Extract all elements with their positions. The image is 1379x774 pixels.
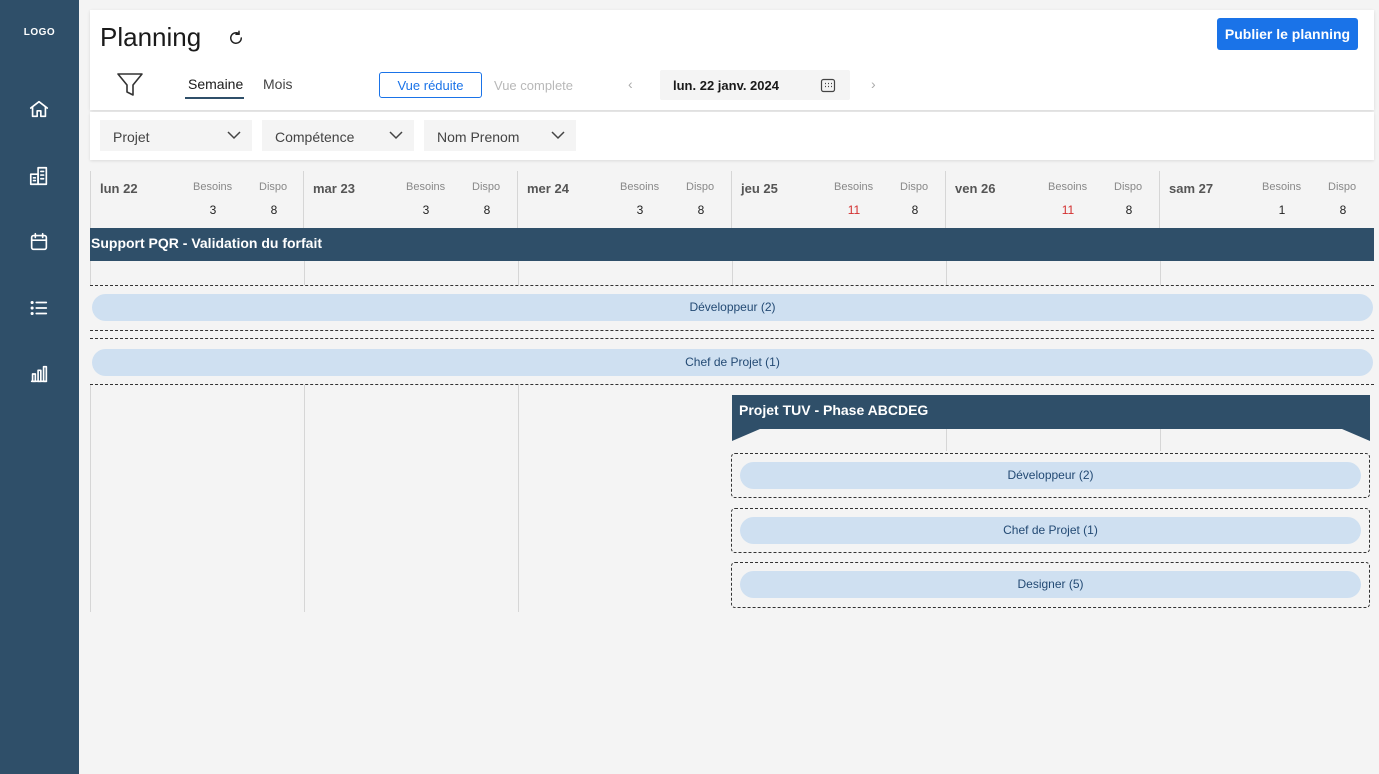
- day-header-thu: jeu 25 Besoins Dispo 11 8: [732, 171, 946, 228]
- day-name: ven 26: [955, 181, 996, 196]
- group-divider: [90, 384, 1374, 385]
- needs-value: 3: [636, 203, 644, 217]
- needs-header: Besoins: [1262, 181, 1302, 193]
- project-bar-corner: [1342, 429, 1370, 441]
- complete-view-button[interactable]: Vue complete: [494, 78, 573, 93]
- needs-header: Besoins: [620, 181, 660, 193]
- avail-value: 8: [1339, 203, 1347, 217]
- role-bar-designer[interactable]: Designer (5): [740, 571, 1361, 598]
- avail-header: Dispo: [1328, 181, 1357, 193]
- needs-header: Besoins: [834, 181, 874, 193]
- day-name: mer 24: [527, 181, 569, 196]
- avail-header: Dispo: [900, 181, 929, 193]
- needs-header: Besoins: [1048, 181, 1088, 193]
- group-divider: [90, 285, 1374, 286]
- current-date: lun. 22 janv. 2024: [673, 78, 779, 93]
- needs-header: Besoins: [406, 181, 446, 193]
- reduced-view-button[interactable]: Vue réduite: [379, 72, 482, 98]
- day-name: jeu 25: [741, 181, 778, 196]
- filters-bar: Projet Compétence Nom Prenom: [90, 112, 1374, 160]
- needs-value: 11: [1061, 203, 1075, 217]
- project-title: Projet TUV - Phase ABCDEG: [739, 402, 929, 418]
- avail-header: Dispo: [472, 181, 501, 193]
- refresh-icon[interactable]: [227, 29, 245, 47]
- needs-value: 11: [847, 203, 861, 217]
- needs-value: 1: [1278, 203, 1286, 217]
- date-picker[interactable]: lun. 22 janv. 2024: [660, 70, 850, 100]
- grid-line: [1160, 429, 1161, 451]
- needs-value: 3: [422, 203, 430, 217]
- building-icon[interactable]: [27, 164, 51, 188]
- project-title: Support PQR - Validation du forfait: [91, 235, 322, 251]
- day-name: mar 23: [313, 181, 355, 196]
- grid-line: [1160, 261, 1161, 285]
- project-dropdown-label: Projet: [113, 129, 150, 145]
- grid-line: [946, 261, 947, 285]
- role-bar-project-manager[interactable]: Chef de Projet (1): [740, 517, 1361, 544]
- avail-value: 8: [483, 203, 491, 217]
- day-name: sam 27: [1169, 181, 1214, 196]
- avail-header: Dispo: [259, 181, 288, 193]
- tab-month[interactable]: Mois: [263, 76, 293, 92]
- day-header-mon: lun 22 Besoins Dispo 3 8: [90, 171, 304, 228]
- logo: LOGO: [23, 27, 56, 38]
- needs-header: Besoins: [193, 181, 233, 193]
- role-bar-developer[interactable]: Développeur (2): [92, 294, 1373, 321]
- day-header-tue: mar 23 Besoins Dispo 3 8: [304, 171, 518, 228]
- day-header-fri: ven 26 Besoins Dispo 11 8: [946, 171, 1160, 228]
- grid-line: [518, 385, 519, 612]
- calendar-icon[interactable]: [27, 230, 51, 254]
- chevron-down-icon: [227, 131, 241, 140]
- project-bar-corner: [732, 429, 760, 441]
- tab-week[interactable]: Semaine: [188, 76, 243, 92]
- bar-chart-icon[interactable]: [27, 362, 51, 386]
- grid-line: [90, 385, 91, 612]
- grid-line: [304, 261, 305, 285]
- chevron-down-icon: [551, 131, 565, 140]
- grid-line: [304, 385, 305, 612]
- project-bar-tuv[interactable]: Projet TUV - Phase ABCDEG: [732, 395, 1370, 429]
- chevron-left-icon[interactable]: ‹: [628, 76, 633, 92]
- project-bar-support-pqr[interactable]: Support PQR - Validation du forfait: [90, 228, 1374, 261]
- skill-dropdown-label: Compétence: [275, 129, 355, 145]
- grid-line: [946, 429, 947, 451]
- grid-line: [518, 261, 519, 285]
- day-name: lun 22: [100, 181, 138, 196]
- grid-line: [90, 261, 91, 285]
- week-calendar: lun 22 Besoins Dispo 3 8 mar 23 Besoins …: [90, 171, 1374, 767]
- publish-planning-button[interactable]: Publier le planning: [1217, 18, 1358, 50]
- name-dropdown-label: Nom Prenom: [437, 129, 520, 145]
- page-title: Planning: [100, 22, 202, 52]
- calendar-picker-icon[interactable]: [820, 77, 836, 93]
- group-divider: [90, 338, 1374, 339]
- role-bar-project-manager[interactable]: Chef de Projet (1): [92, 349, 1373, 376]
- header-card: Planning Publier le planning Semaine Moi…: [90, 10, 1374, 110]
- avail-header: Dispo: [686, 181, 715, 193]
- avail-value: 8: [911, 203, 919, 217]
- grid-line: [732, 261, 733, 285]
- group-divider: [90, 330, 1374, 331]
- home-icon[interactable]: [27, 97, 51, 121]
- avail-header: Dispo: [1114, 181, 1143, 193]
- active-tab-indicator: [185, 97, 244, 99]
- role-bar-developer[interactable]: Développeur (2): [740, 462, 1361, 489]
- name-dropdown[interactable]: Nom Prenom: [424, 120, 576, 151]
- needs-value: 3: [209, 203, 217, 217]
- project-dropdown[interactable]: Projet: [100, 120, 252, 151]
- avail-value: 8: [697, 203, 705, 217]
- list-icon[interactable]: [27, 296, 51, 320]
- filter-icon[interactable]: [116, 72, 144, 98]
- chevron-right-icon[interactable]: ›: [871, 76, 876, 92]
- chevron-down-icon: [389, 131, 403, 140]
- skill-dropdown[interactable]: Compétence: [262, 120, 414, 151]
- avail-value: 8: [270, 203, 278, 217]
- day-header-wed: mer 24 Besoins Dispo 3 8: [518, 171, 732, 228]
- avail-value: 8: [1125, 203, 1133, 217]
- sidebar: LOGO: [0, 0, 79, 774]
- day-header-sat: sam 27 Besoins Dispo 1 8: [1160, 171, 1374, 228]
